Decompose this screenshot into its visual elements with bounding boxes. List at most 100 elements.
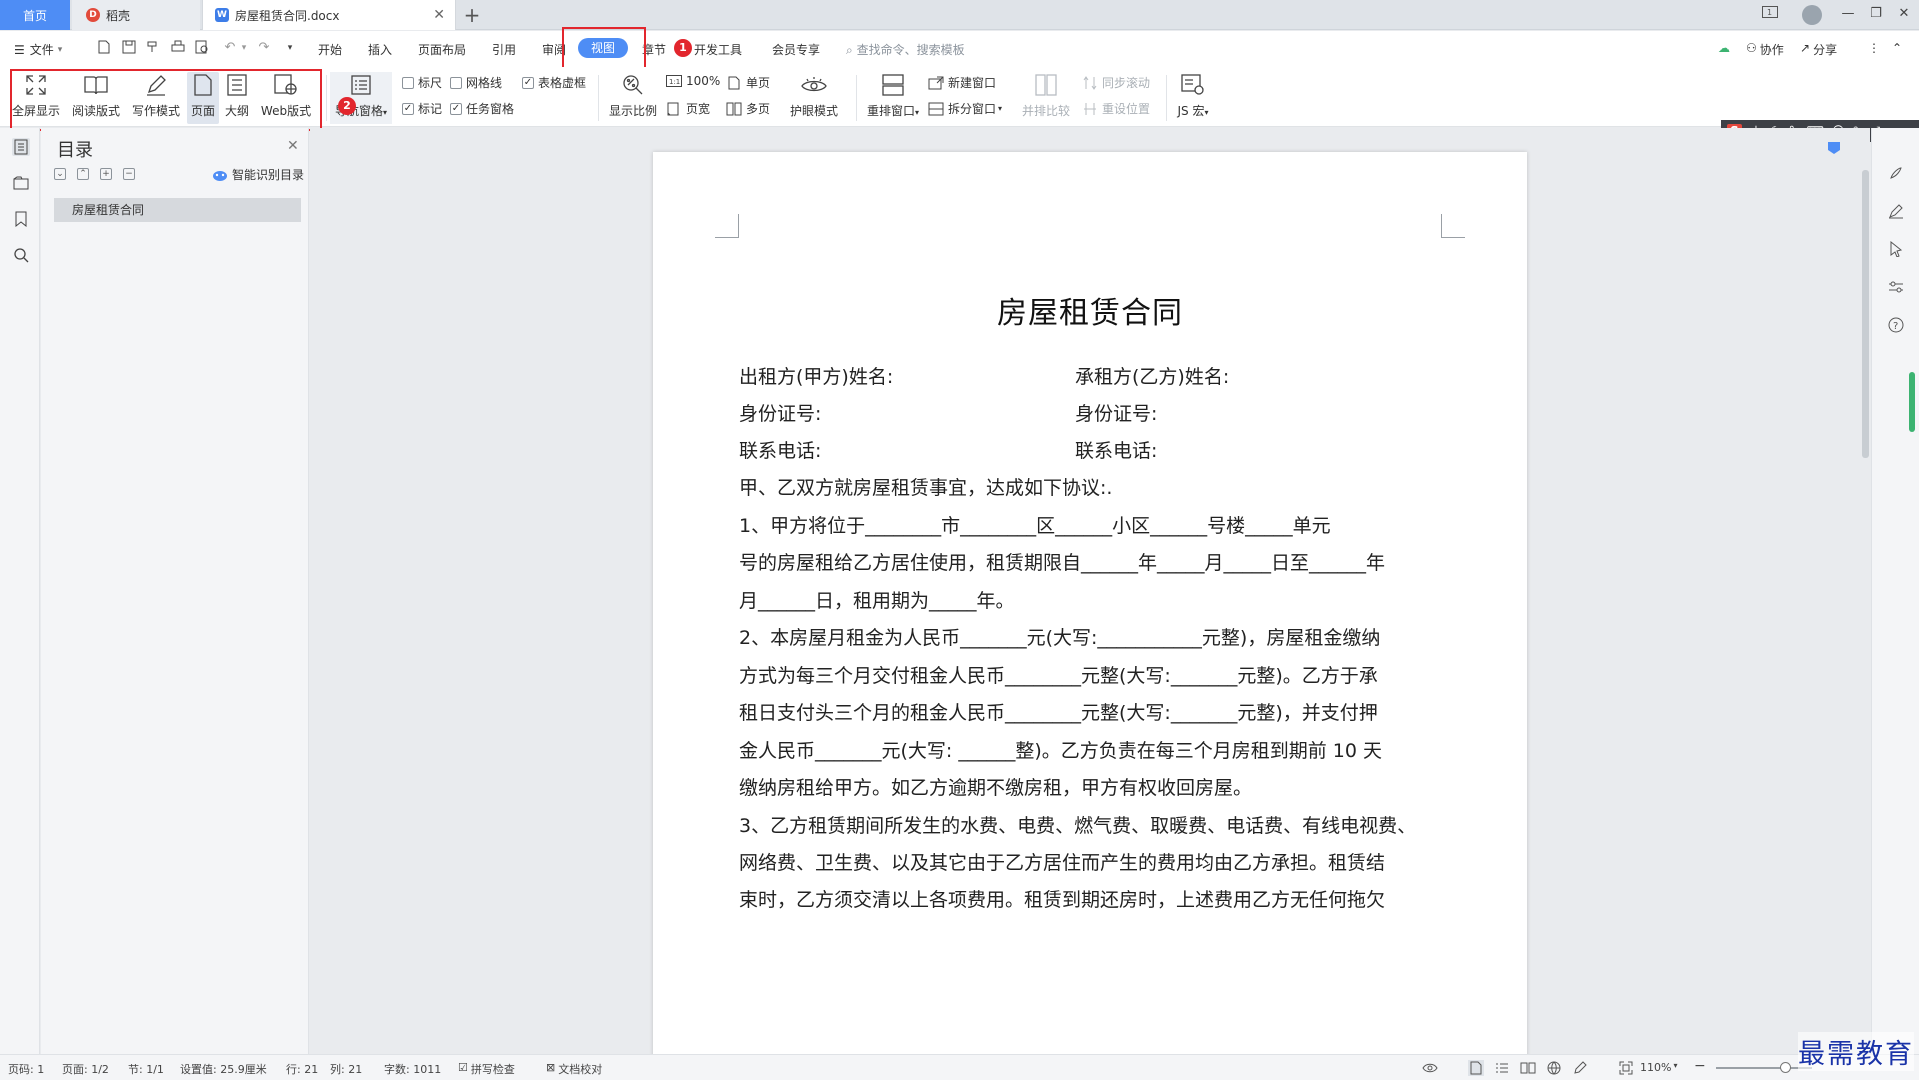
status-page-number[interactable]: 页码: 1 bbox=[8, 1061, 44, 1077]
document-canvas[interactable]: 房屋租赁合同 出租方(甲方)姓名: 承租方(乙方)姓名: 身份证号: 身份证号:… bbox=[310, 128, 1869, 1054]
menu-view[interactable]: 视图 bbox=[578, 38, 628, 58]
write-status-icon[interactable] bbox=[1572, 1060, 1588, 1076]
menu-chapter[interactable]: 章节 bbox=[642, 41, 666, 58]
status-section[interactable]: 节: 1/1 bbox=[128, 1061, 164, 1077]
menu-page-layout[interactable]: 页面布局 bbox=[418, 41, 466, 58]
ruler-checkbox[interactable]: 标尺 bbox=[402, 74, 442, 91]
zoom-out-icon[interactable]: − bbox=[1694, 1058, 1706, 1074]
reset-position-button[interactable]: 重设位置 bbox=[1082, 100, 1150, 117]
gridlines-checkbox[interactable]: 网格线 bbox=[450, 74, 502, 91]
zoom-100-button[interactable]: 1:1 100% bbox=[666, 74, 720, 88]
reading-status-icon[interactable] bbox=[1520, 1060, 1536, 1076]
menu-insert[interactable]: 插入 bbox=[368, 41, 392, 58]
collapse-ribbon-icon[interactable]: ⌃ bbox=[1892, 41, 1902, 55]
outline-view-button[interactable]: 大纲 bbox=[221, 72, 253, 124]
print-icon[interactable] bbox=[170, 40, 186, 56]
save-icon[interactable] bbox=[121, 40, 137, 56]
share-button[interactable]: ↗ 分享 bbox=[1800, 41, 1837, 58]
menu-home[interactable]: 开始 bbox=[318, 41, 342, 58]
menu-references[interactable]: 引用 bbox=[492, 41, 516, 58]
fullscreen-button[interactable]: 全屏显示 bbox=[10, 72, 62, 124]
toc-panel-icon[interactable] bbox=[12, 138, 30, 156]
table-gridlines-checkbox[interactable]: ✓ 表格虚框 bbox=[522, 74, 586, 91]
sync-scroll-button[interactable]: 同步滚动 bbox=[1082, 74, 1150, 91]
js-macro-button[interactable]: JS 宏▾ bbox=[1170, 72, 1216, 124]
fit-page-icon[interactable] bbox=[1618, 1060, 1634, 1076]
page-view-button[interactable]: 页面 bbox=[187, 72, 219, 124]
location-marker-icon[interactable] bbox=[1826, 140, 1842, 156]
collaborate-button[interactable]: ⚇ 协作 bbox=[1746, 41, 1784, 58]
web-layout-button[interactable]: Web版式 bbox=[257, 72, 315, 124]
more-options-icon[interactable]: ⋮ bbox=[1868, 41, 1880, 55]
status-pages[interactable]: 页面: 1/2 bbox=[62, 1061, 109, 1077]
help-icon[interactable]: ? bbox=[1887, 316, 1905, 334]
avatar[interactable] bbox=[1802, 5, 1822, 25]
tab-home[interactable]: 首页 bbox=[0, 0, 70, 30]
tab-daoke[interactable]: D 稻壳 bbox=[72, 0, 200, 30]
menu-review[interactable]: 审阅 bbox=[542, 41, 566, 58]
zoom-slider-knob[interactable] bbox=[1780, 1062, 1791, 1073]
menu-developer[interactable]: 开发工具 bbox=[694, 41, 742, 58]
split-window-button[interactable]: 拆分窗口 ▾ bbox=[928, 100, 1002, 117]
status-setting-value[interactable]: 设置值: 25.9厘米 bbox=[180, 1061, 267, 1077]
close-window-icon[interactable]: ✕ bbox=[1894, 6, 1914, 21]
restore-icon[interactable]: ❐ bbox=[1866, 6, 1886, 21]
web-status-icon[interactable] bbox=[1546, 1060, 1562, 1076]
toc-close-icon[interactable]: ✕ bbox=[287, 138, 299, 154]
doc-proof-button[interactable]: ⊠ 文档校对 bbox=[546, 1061, 602, 1077]
toc-add-icon[interactable]: + bbox=[100, 168, 112, 180]
zoom-button[interactable]: 显示比例 bbox=[606, 72, 660, 124]
edit-icon[interactable] bbox=[1887, 202, 1905, 220]
toc-collapse-all-icon[interactable]: ⌄ bbox=[54, 168, 66, 180]
format-painter-icon[interactable] bbox=[145, 40, 161, 56]
style-icon[interactable] bbox=[1887, 164, 1905, 182]
task-pane-checkbox[interactable]: ✓ 任务窗格 bbox=[450, 100, 514, 117]
new-tab-button[interactable]: + bbox=[460, 3, 484, 27]
menu-member[interactable]: 会员专享 bbox=[772, 41, 820, 58]
chapter-nav-icon[interactable] bbox=[12, 174, 30, 192]
zoom-level[interactable]: 110% ▾ bbox=[1640, 1061, 1677, 1074]
reading-layout-button[interactable]: 阅读版式 bbox=[68, 72, 124, 124]
eye-protection-button[interactable]: 护眼模式 bbox=[786, 72, 842, 124]
side-by-side-button[interactable]: 并排比较 bbox=[1018, 72, 1074, 124]
document-page[interactable]: 房屋租赁合同 出租方(甲方)姓名: 承租方(乙方)姓名: 身份证号: 身份证号:… bbox=[653, 152, 1527, 1054]
page-width-button[interactable]: 页宽 bbox=[666, 100, 710, 117]
outline-status-icon[interactable] bbox=[1494, 1060, 1510, 1076]
undo-dropdown-icon[interactable]: ▾ bbox=[236, 40, 252, 56]
multi-page-button[interactable]: 多页 bbox=[726, 100, 770, 117]
settings-sliders-icon[interactable] bbox=[1887, 278, 1905, 296]
minimize-icon[interactable]: — bbox=[1838, 6, 1858, 21]
scrollbar-thumb[interactable] bbox=[1862, 170, 1869, 458]
arrange-windows-icon bbox=[880, 72, 906, 98]
status-column[interactable]: 列: 21 bbox=[330, 1061, 362, 1077]
spell-check-button[interactable]: ☑ 拼写检查 bbox=[458, 1061, 515, 1077]
command-search[interactable]: ⌕ 查找命令、搜索模板 bbox=[846, 41, 965, 58]
print-preview-icon[interactable] bbox=[194, 40, 210, 56]
file-menu[interactable]: ☰ 文件 ▾ bbox=[14, 41, 62, 58]
eye-mode-status-icon[interactable] bbox=[1422, 1060, 1438, 1076]
tab-document[interactable]: W 房屋租赁合同.docx ✕ bbox=[202, 0, 456, 30]
status-word-count[interactable]: 字数: 1011 bbox=[384, 1061, 441, 1077]
find-icon[interactable] bbox=[12, 246, 30, 264]
arrange-windows-button[interactable]: 重排窗口▾ bbox=[862, 72, 924, 124]
redo-icon[interactable]: ↷ bbox=[256, 40, 272, 56]
toc-remove-icon[interactable]: − bbox=[123, 168, 135, 180]
bookmark-icon[interactable] bbox=[12, 210, 30, 228]
window-layout-icon[interactable]: 1 bbox=[1760, 6, 1780, 22]
new-window-button[interactable]: 新建窗口 bbox=[928, 74, 996, 91]
cloud-sync-icon[interactable]: ☁ bbox=[1718, 41, 1730, 55]
toc-item[interactable]: 房屋租赁合同 bbox=[54, 198, 301, 222]
quick-access-more-icon[interactable]: ▾ bbox=[282, 40, 298, 56]
markup-checkbox[interactable]: ✓ 标记 bbox=[402, 100, 442, 117]
page-view-status-icon[interactable] bbox=[1468, 1060, 1484, 1076]
smart-toc-button[interactable]: 智能识别目录 bbox=[212, 166, 304, 183]
single-page-button[interactable]: 单页 bbox=[726, 74, 770, 91]
nav-pane-button[interactable]: 导航窗格▾ bbox=[330, 72, 392, 124]
status-row[interactable]: 行: 21 bbox=[286, 1061, 318, 1077]
green-progress-handle[interactable] bbox=[1909, 372, 1915, 432]
toc-expand-all-icon[interactable]: ⌃ bbox=[77, 168, 89, 180]
writing-mode-button[interactable]: 写作模式 bbox=[128, 72, 184, 124]
tab-close-icon[interactable]: ✕ bbox=[433, 7, 445, 23]
select-cursor-icon[interactable] bbox=[1887, 240, 1905, 258]
new-document-icon[interactable] bbox=[96, 40, 112, 56]
